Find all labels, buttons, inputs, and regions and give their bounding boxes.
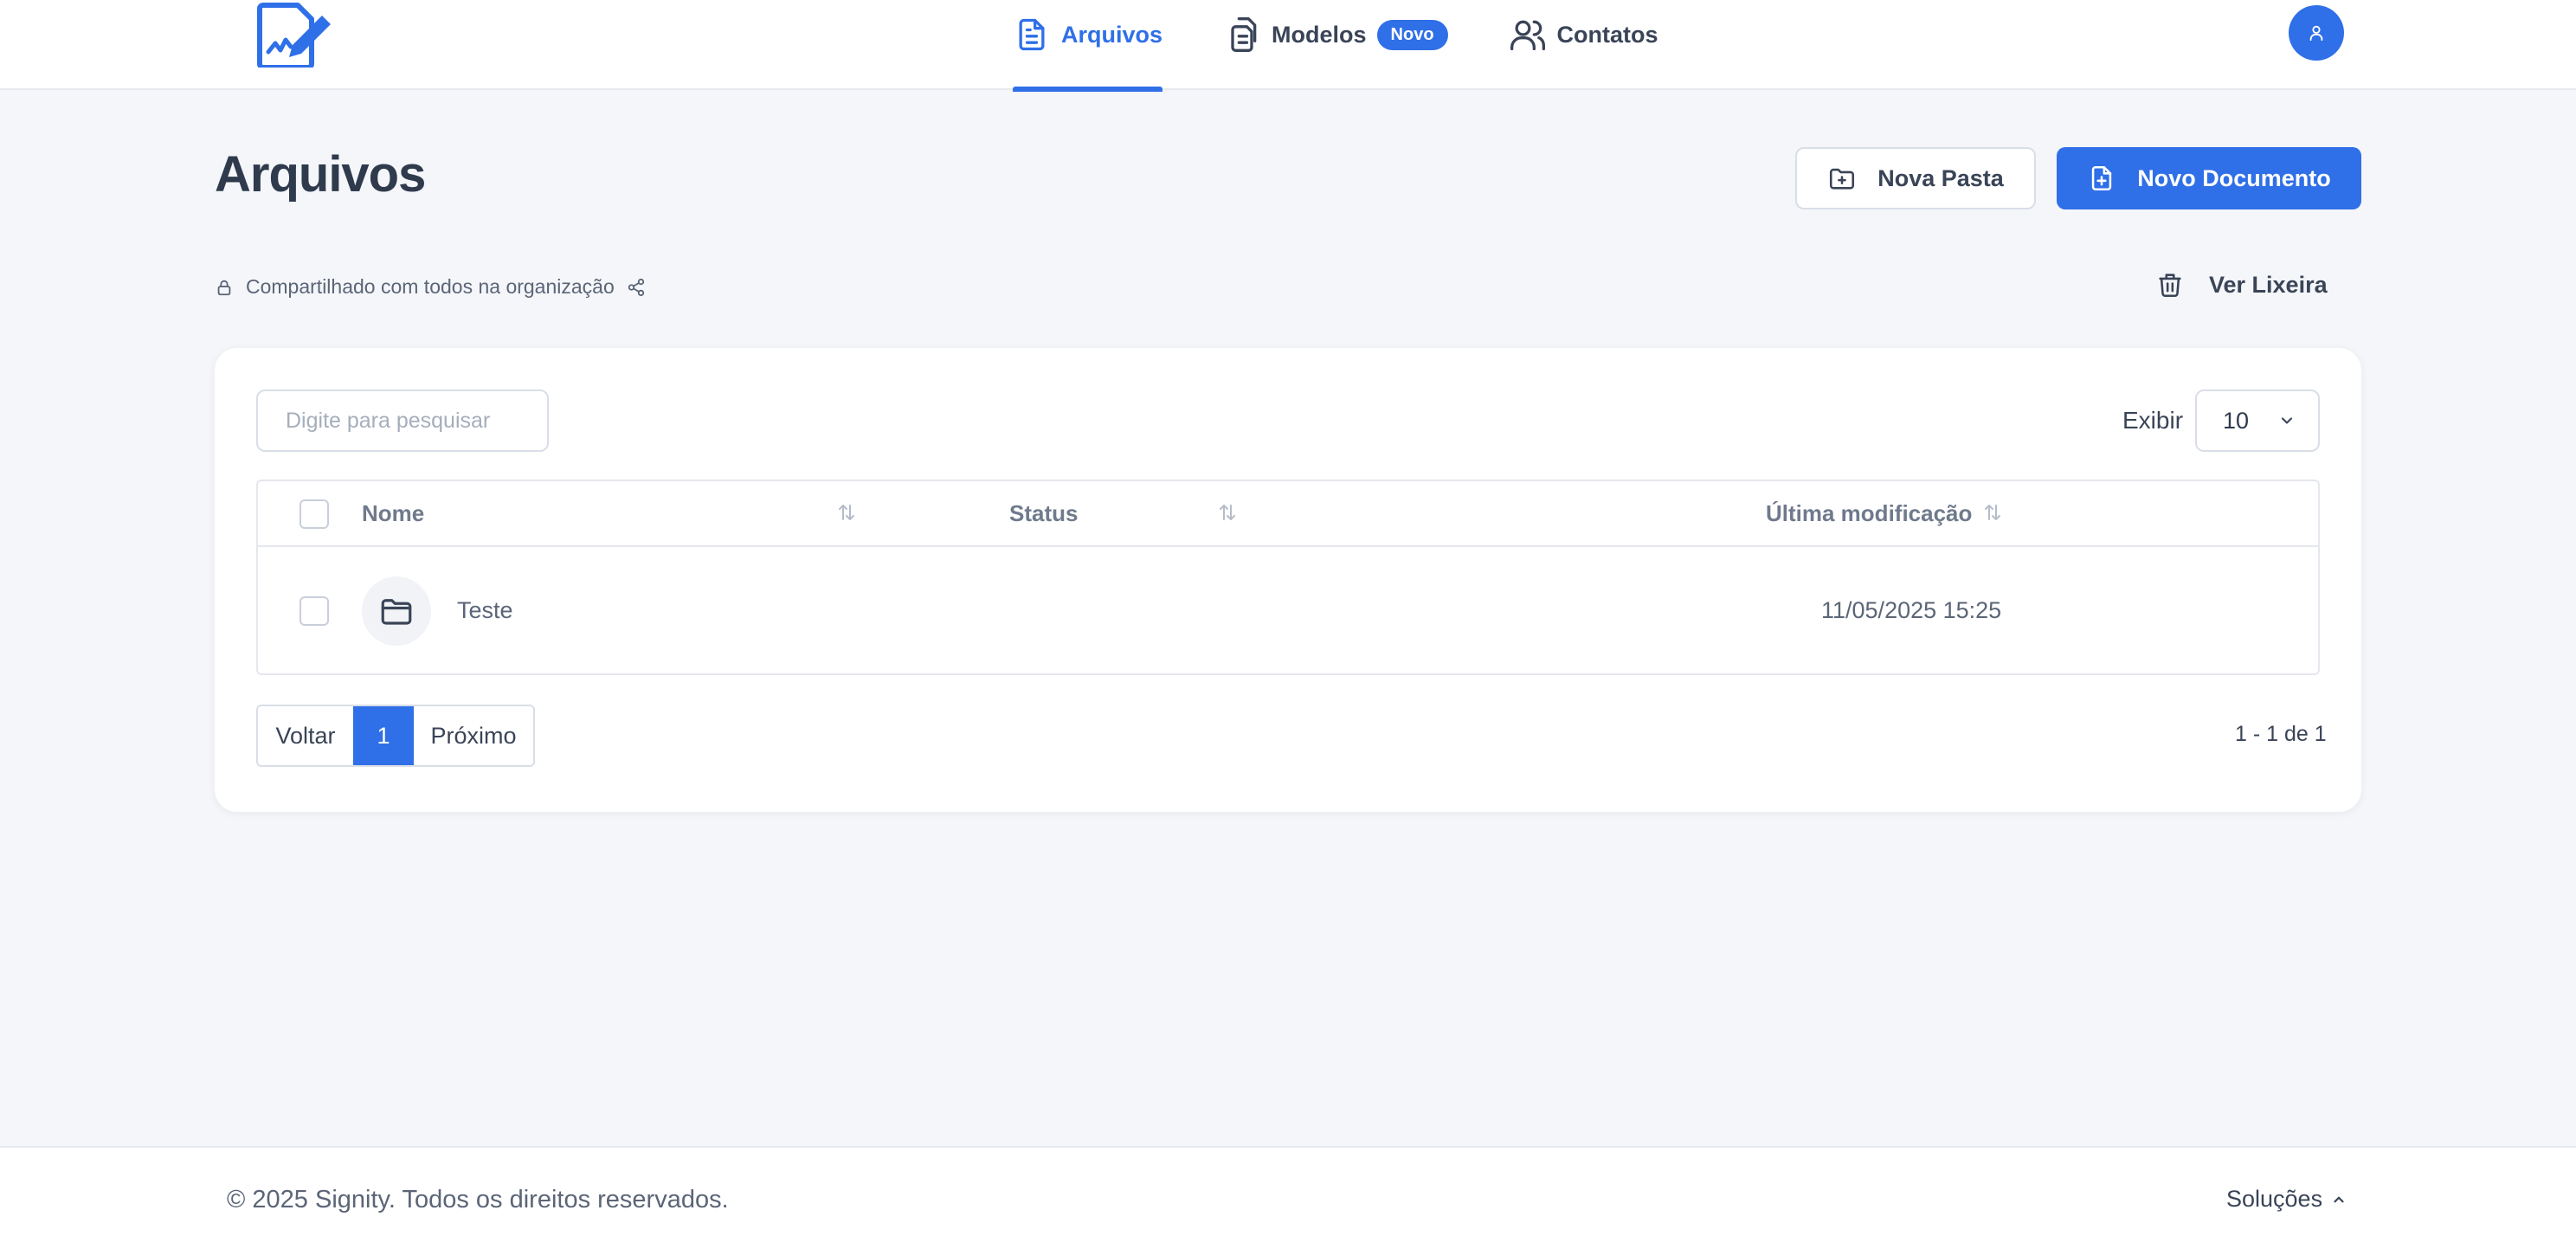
view-trash-button[interactable]: Ver Lixeira: [2155, 270, 2328, 299]
nav-modelos[interactable]: Modelos Novo: [1223, 0, 1448, 90]
current-page-button[interactable]: 1: [353, 706, 414, 765]
new-document-button[interactable]: Novo Documento: [2057, 147, 2361, 209]
lock-icon: [217, 280, 231, 295]
table-header: Nome Status Última modificação: [258, 481, 2318, 547]
user-icon: [2309, 25, 2323, 42]
nav-label: Contatos: [1556, 21, 1658, 48]
footer: © 2025 Signity. Todos os direitos reserv…: [0, 1146, 2576, 1236]
shared-text: Compartilhado com todos na organização: [246, 275, 615, 298]
chevron-down-icon: [2281, 417, 2293, 424]
logo-icon[interactable]: [256, 2, 334, 70]
chevron-up-icon: [2334, 1196, 2344, 1202]
copy-document-icon: [1231, 17, 1257, 52]
files-table: Nome Status Última modificação Teste 11/…: [256, 480, 2320, 675]
new-folder-button[interactable]: Nova Pasta: [1795, 147, 2036, 209]
folder-icon-wrap: [362, 576, 431, 646]
main-nav: Arquivos Modelos Novo Contatos: [1013, 0, 1719, 92]
nav-arquivos[interactable]: Arquivos: [1013, 0, 1163, 92]
solutions-menu[interactable]: Soluções: [2226, 1186, 2347, 1213]
new-badge: Novo: [1376, 19, 1448, 50]
row-name[interactable]: Teste: [457, 597, 513, 624]
document-icon: [1019, 18, 1045, 51]
nav-contatos[interactable]: Contatos: [1509, 0, 1658, 90]
file-plus-icon: [2092, 165, 2112, 191]
trash-icon: [2159, 274, 2181, 298]
folder-plus-icon: [1830, 168, 1855, 190]
solutions-label: Soluções: [2226, 1186, 2323, 1212]
shared-info: Compartilhado com todos na organização: [215, 275, 646, 299]
column-header-modified[interactable]: Última modificação: [1766, 500, 1972, 527]
table-row[interactable]: Teste 11/05/2025 15:25: [258, 547, 2318, 675]
avatar[interactable]: [2289, 5, 2344, 61]
page-title: Arquivos: [215, 146, 426, 203]
top-navbar: Arquivos Modelos Novo Contatos: [0, 0, 2576, 92]
users-icon: [1510, 20, 1545, 51]
page-size-value: 10: [2223, 407, 2250, 434]
nav-label: Arquivos: [1061, 21, 1163, 48]
row-modified: 11/05/2025 15:25: [1821, 597, 2002, 623]
sort-icon[interactable]: [836, 502, 857, 523]
row-checkbox[interactable]: [299, 596, 329, 626]
column-header-status[interactable]: Status: [1009, 500, 1078, 527]
trash-label: Ver Lixeira: [2209, 271, 2328, 298]
sort-icon[interactable]: [1217, 502, 1238, 523]
next-page-button[interactable]: Próximo: [414, 706, 533, 765]
results-count: 1 - 1 de 1: [2235, 722, 2327, 746]
new-document-label: Novo Documento: [2137, 164, 2331, 191]
prev-page-button[interactable]: Voltar: [258, 706, 353, 765]
search-input[interactable]: [256, 389, 549, 452]
nav-label: Modelos: [1272, 21, 1367, 48]
select-all-checkbox[interactable]: [299, 499, 329, 529]
new-folder-label: Nova Pasta: [1877, 164, 2004, 191]
sort-icon[interactable]: [1982, 502, 2003, 523]
share-icon[interactable]: [627, 278, 646, 297]
page-size-label: Exibir: [2122, 407, 2184, 434]
folder-icon: [381, 599, 412, 625]
pagination: Voltar 1 Próximo: [256, 705, 535, 767]
column-header-name[interactable]: Nome: [362, 500, 424, 527]
copyright-text: © 2025 Signity. Todos os direitos reserv…: [227, 1186, 729, 1213]
page-size-select[interactable]: 10: [2195, 389, 2320, 452]
files-card: Exibir 10 Nome Status Última modificação: [215, 348, 2361, 812]
